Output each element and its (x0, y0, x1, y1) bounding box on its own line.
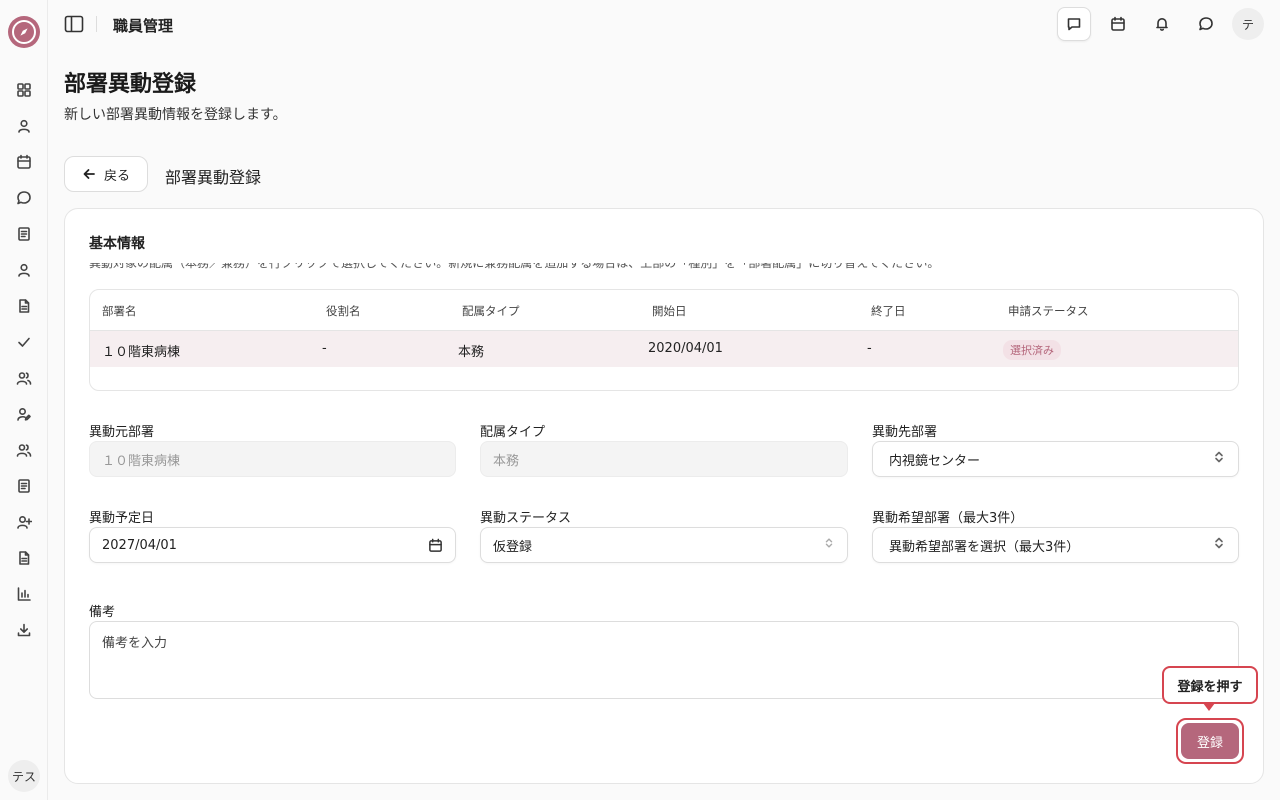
assign-type-label: 配属タイプ (480, 425, 546, 440)
assign-type-field: 本務 (480, 441, 848, 477)
dashboard-icon[interactable] (14, 80, 34, 100)
chevron-up-down-icon (1212, 450, 1226, 468)
status-badge: 選択済み (1003, 340, 1061, 360)
back-label: 戻る (103, 168, 130, 184)
submit-button[interactable]: 登録 (1181, 723, 1239, 759)
chat-icon[interactable] (14, 188, 34, 208)
to-dept-value: 内視鏡センター (889, 453, 981, 469)
page-description: 新しい部署異動情報を登録します。 (64, 107, 287, 123)
column-header: 配属タイプ (462, 304, 520, 318)
status-select[interactable]: 仮登録 (480, 527, 848, 563)
page-title: 部署異動登録 (64, 72, 197, 97)
user-icon[interactable] (14, 260, 34, 280)
cell-end-date: - (867, 341, 872, 356)
column-header: 終了日 (871, 304, 906, 318)
compass-icon[interactable] (8, 16, 40, 48)
top-bar: 職員管理 テ (48, 0, 1280, 48)
arrow-left-icon (83, 169, 95, 179)
table-row[interactable]: １０階東病棟 - 本務 2020/04/01 - 選択済み (90, 331, 1238, 367)
status-label: 異動ステータス (480, 511, 572, 526)
planned-date-label: 異動予定日 (89, 511, 155, 526)
chat-icon[interactable] (1189, 7, 1223, 41)
sidebar-toggle-icon[interactable] (64, 14, 84, 34)
chevron-up-down-icon (1212, 536, 1226, 554)
document-icon[interactable] (14, 224, 34, 244)
calendar-icon[interactable] (428, 538, 443, 553)
cell-role: - (322, 341, 327, 356)
column-header: 部署名 (102, 304, 137, 318)
planned-date-input[interactable]: 2027/04/01 (89, 527, 456, 563)
remarks-textarea[interactable]: 備考を入力 (89, 621, 1239, 699)
from-dept-label: 異動元部署 (89, 425, 155, 440)
cell-department: １０階東病棟 (102, 345, 181, 360)
bell-icon[interactable] (1145, 7, 1179, 41)
from-dept-field: １０階東病棟 (89, 441, 456, 477)
assignment-table: 部署名 役割名 配属タイプ 開始日 終了日 申請ステータス １０階東病棟 - 本… (89, 289, 1239, 391)
message-icon[interactable] (1057, 7, 1091, 41)
chevron-up-down-icon (823, 537, 835, 553)
status-value: 仮登録 (493, 539, 533, 555)
check-icon[interactable] (14, 332, 34, 352)
preferred-dept-select[interactable]: 異動希望部署を選択（最大3件） (872, 527, 1239, 563)
column-header: 申請ステータス (1008, 304, 1089, 318)
calendar-icon[interactable] (14, 152, 34, 172)
user-edit-icon[interactable] (14, 404, 34, 424)
document-icon[interactable] (14, 476, 34, 496)
column-header: 開始日 (652, 304, 687, 318)
user-icon[interactable] (14, 116, 34, 136)
file-icon[interactable] (14, 296, 34, 316)
users-icon[interactable] (14, 368, 34, 388)
card-title: 基本情報 (89, 236, 145, 252)
section-title: 部署異動登録 (165, 168, 262, 187)
back-button[interactable]: 戻る (64, 156, 148, 192)
remarks-label: 備考 (89, 605, 116, 620)
cell-type: 本務 (458, 345, 485, 360)
preferred-dept-value: 異動希望部署を選択（最大3件） (889, 539, 1080, 555)
column-header: 役割名 (326, 304, 361, 318)
users-icon[interactable] (14, 440, 34, 460)
avatar[interactable]: テス (8, 760, 40, 792)
download-icon[interactable] (14, 620, 34, 640)
divider (96, 16, 97, 32)
preferred-dept-label: 異動希望部署（最大3件） (872, 511, 1024, 526)
basic-info-card: 基本情報 異動対象の配属（本務／兼務）を行クリックで選択してください。新規に兼務… (64, 208, 1264, 784)
file-icon[interactable] (14, 548, 34, 568)
user-plus-icon[interactable] (14, 512, 34, 532)
bar-chart-icon[interactable] (14, 584, 34, 604)
to-dept-select[interactable]: 内視鏡センター (872, 441, 1239, 477)
cell-start-date: 2020/04/01 (648, 341, 723, 356)
tooltip: 登録を押す (1162, 666, 1258, 704)
calendar-icon[interactable] (1101, 7, 1135, 41)
sidebar: テス (0, 0, 48, 800)
planned-date-value: 2027/04/01 (102, 537, 177, 553)
hint-text: 異動対象の配属（本務／兼務）を行クリックで選択してください。新規に兼務配属を追加… (89, 263, 940, 270)
to-dept-label: 異動先部署 (872, 425, 938, 440)
table-header: 部署名 役割名 配属タイプ 開始日 終了日 申請ステータス (90, 290, 1238, 331)
tooltip-arrow (1203, 703, 1215, 711)
app-title: 職員管理 (113, 17, 174, 35)
avatar[interactable]: テ (1232, 8, 1264, 40)
